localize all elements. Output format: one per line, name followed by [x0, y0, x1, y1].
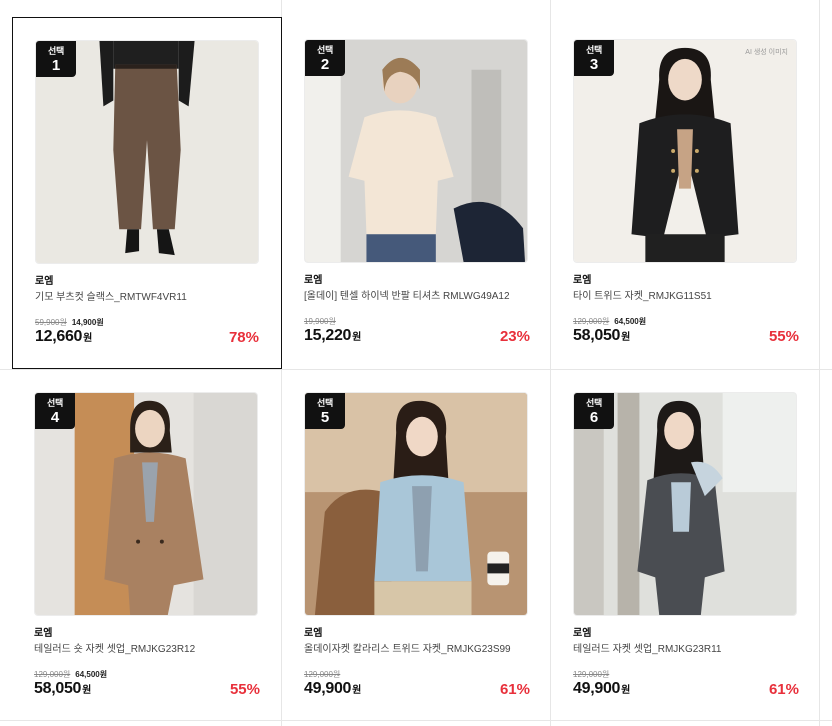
product-image[interactable]: 선택 4 [34, 392, 258, 616]
rank-badge: 선택 3 [574, 40, 614, 76]
discount-rate: 55% [768, 328, 799, 345]
product-name[interactable]: 기모 부츠컷 슬랙스_RMTWF4VR11 [35, 288, 265, 303]
original-price-row: 129,000원 [304, 669, 345, 680]
currency-unit: 원 [621, 685, 631, 696]
product-card[interactable]: 선택 3 AI 생성 이미지 로엠 타이 트위드 자켓_RMJKG11S51 1… [551, 17, 821, 369]
discount-rate: 61% [499, 681, 530, 698]
sale-price-row: 58,050원 [34, 680, 91, 698]
currency-unit: 원 [621, 332, 631, 343]
brand-name: 로엠 [35, 276, 54, 287]
product-card[interactable]: 선택 1 로엠 기모 부츠컷 슬랙스_RMTWF4VR11 59,900원 14,… [12, 17, 282, 369]
sale-price-row: 58,050원 [573, 327, 630, 345]
coupon-price: 14,900원 [71, 318, 104, 327]
currency-unit: 원 [82, 685, 92, 696]
product-card[interactable]: 선택 5 로엠 올데이자켓 칼라리스 트위드 자켓_RMJKG23S99 129… [282, 370, 552, 722]
product-image[interactable]: 선택 2 [304, 39, 528, 263]
currency-unit: 원 [352, 685, 362, 696]
discount-rate: 61% [768, 681, 799, 698]
brand-name: 로엠 [573, 275, 592, 286]
sale-price-row: 12,660원 [35, 328, 92, 346]
rank-badge: 선택 1 [36, 41, 76, 77]
coupon-price: 64,500원 [75, 670, 108, 679]
brand-name: 로엠 [573, 628, 592, 639]
sale-price: 49,900 [573, 680, 621, 697]
original-price-row: 129,000원 64,500원 [34, 669, 107, 680]
product-card[interactable]: 선택 2 로엠 [올데이] 텐셀 하이넥 반팔 티셔츠 RMLWG49A12 1… [282, 17, 552, 369]
product-name[interactable]: 테일러드 숏 자켓 셋업_RMJKG23R12 [34, 640, 264, 655]
product-name[interactable]: 올데이자켓 칼라리스 트위드 자켓_RMJKG23S99 [304, 640, 534, 655]
rank-badge: 선택 4 [35, 393, 75, 429]
sale-price-row: 49,900원 [304, 680, 361, 698]
product-card[interactable]: 선택 4 로엠 테일러드 숏 자켓 셋업_RMJKG23R12 129,000원… [12, 370, 282, 722]
product-name[interactable]: 타이 트위드 자켓_RMJKG11S51 [573, 287, 803, 302]
rank-badge: 선택 6 [574, 393, 614, 429]
sale-price: 58,050 [34, 680, 82, 697]
product-name[interactable]: 테일러드 자켓 셋업_RMJKG23R11 [573, 640, 803, 655]
discount-rate: 23% [499, 328, 530, 345]
original-price-row: 59,900원 14,900원 [35, 317, 104, 328]
sale-price-row: 49,900원 [573, 680, 630, 698]
sale-price: 49,900 [304, 680, 352, 697]
product-image[interactable]: 선택 3 AI 생성 이미지 [573, 39, 797, 263]
sale-price: 58,050 [573, 327, 621, 344]
product-image[interactable]: 선택 5 [304, 392, 528, 616]
sale-price: 12,660 [35, 328, 83, 345]
product-image[interactable]: 선택 6 [573, 392, 797, 616]
product-name[interactable]: [올데이] 텐셀 하이넥 반팔 티셔츠 RMLWG49A12 [304, 287, 534, 302]
brand-name: 로엠 [304, 628, 323, 639]
original-price-row: 129,000원 [573, 669, 614, 680]
original-price: 129,000원 [573, 670, 610, 679]
rank-badge: 선택 2 [305, 40, 345, 76]
rank-badge: 선택 5 [305, 393, 345, 429]
original-price: 129,000원 [573, 317, 610, 326]
currency-unit: 원 [352, 332, 362, 343]
coupon-price: 64,500원 [614, 317, 647, 326]
original-price: 19,900원 [304, 317, 336, 326]
product-card[interactable]: 선택 6 로엠 테일러드 자켓 셋업_RMJKG23R11 129,000원 4… [551, 370, 821, 722]
discount-rate: 78% [228, 329, 259, 346]
original-price: 129,000원 [34, 670, 71, 679]
sale-price-row: 15,220원 [304, 327, 361, 345]
product-image[interactable]: 선택 1 [35, 40, 259, 264]
original-price-row: 129,000원 64,500원 [573, 316, 646, 327]
original-price: 129,000원 [304, 670, 341, 679]
original-price-row: 19,900원 [304, 316, 341, 327]
brand-name: 로엠 [304, 275, 323, 286]
currency-unit: 원 [83, 333, 93, 344]
ai-generated-tag: AI 생성 이미지 [745, 49, 788, 56]
brand-name: 로엠 [34, 628, 53, 639]
original-price: 59,900원 [35, 318, 67, 327]
sale-price: 15,220 [304, 327, 352, 344]
discount-rate: 55% [229, 681, 260, 698]
